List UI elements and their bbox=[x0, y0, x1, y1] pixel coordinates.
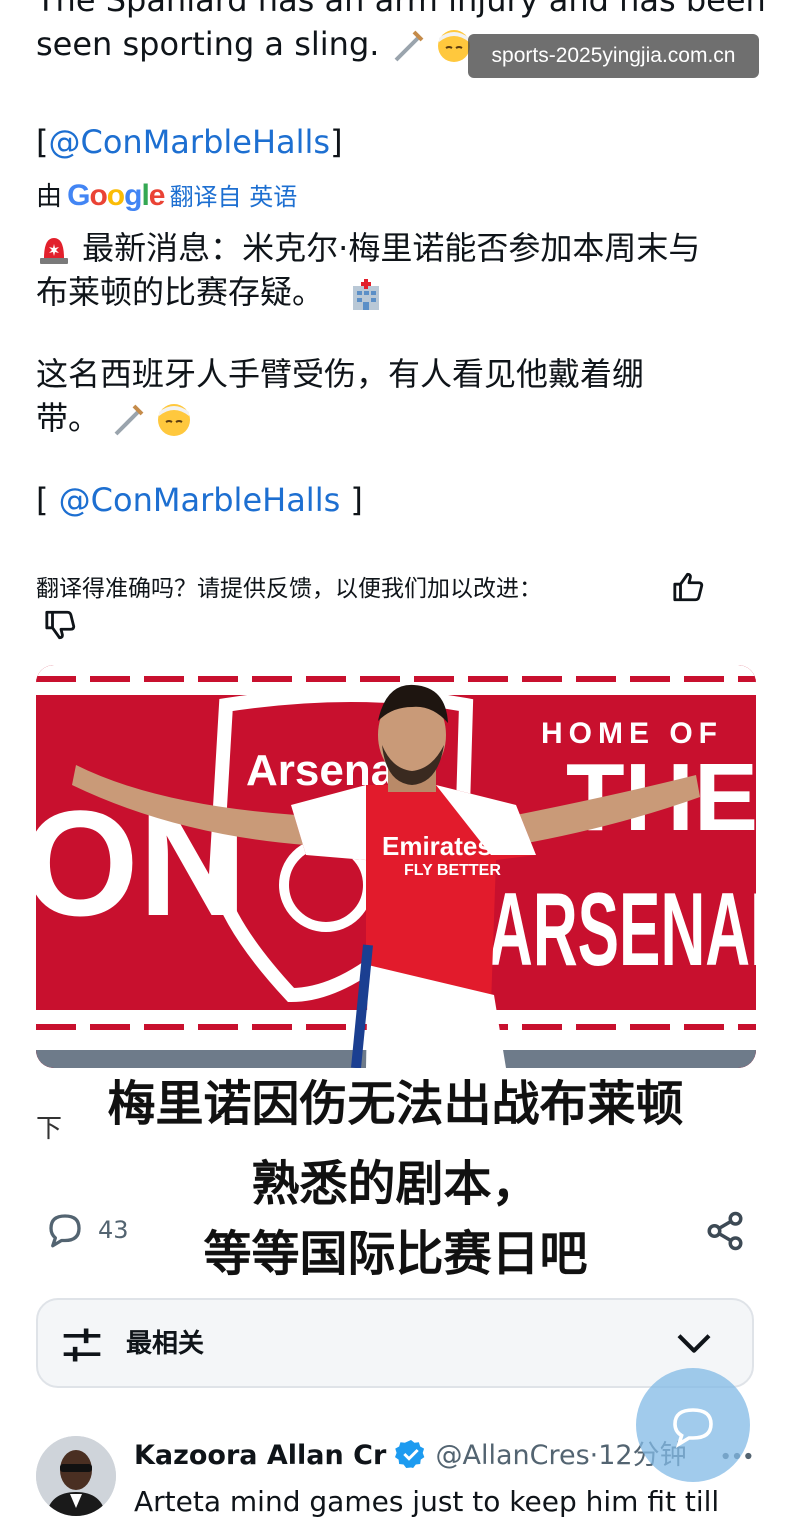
reply-text: Arteta mind games just to keep him fit t… bbox=[134, 1485, 720, 1518]
thumbs-up-icon[interactable] bbox=[672, 570, 706, 604]
compose-reply-button[interactable] bbox=[636, 1368, 750, 1482]
original-text-line-2-text: seen sporting a sling. bbox=[36, 25, 380, 63]
injury-line-2-text: 带。 bbox=[36, 399, 101, 437]
crutch-icon bbox=[114, 404, 144, 436]
shirt-slogan: FLY BETTER bbox=[404, 862, 501, 879]
injury-line-1: 这名西班牙人手臂受伤，有人看见他戴着绷 bbox=[36, 355, 645, 393]
watermark-badge: sports-2025yingjia.com.cn bbox=[468, 34, 759, 78]
thumbs-down-icon[interactable] bbox=[44, 608, 78, 642]
reply-author-name[interactable]: Kazoora Allan Cr bbox=[134, 1440, 386, 1471]
news-line-1: 最新消息：米克尔·梅里诺能否参加本周末与 bbox=[36, 228, 700, 268]
avatar[interactable] bbox=[36, 1436, 116, 1516]
tweet-photo[interactable]: Arsenal ON HOME OF THE ARSENAL Emirates … bbox=[36, 665, 756, 1068]
arsenal-banner-image: Arsenal ON HOME OF THE ARSENAL Emirates … bbox=[36, 665, 756, 1068]
avatar-image bbox=[36, 1436, 116, 1516]
caption-line-1: 梅里诺因伤无法出战布莱顿 bbox=[107, 1076, 684, 1132]
original-text-line-1: The Spaniard has an arm injury and has b… bbox=[36, 0, 766, 19]
banner-arsenal: ARSENAL bbox=[488, 872, 756, 988]
news-line-1-text: 最新消息：米克尔·梅里诺能否参加本周末与 bbox=[82, 229, 701, 267]
reply-dot: · bbox=[589, 1440, 599, 1471]
hospital-icon bbox=[353, 279, 380, 310]
translation-source-link[interactable]: 翻译自 英语 bbox=[170, 183, 298, 211]
sort-label: 最相关 bbox=[126, 1329, 205, 1359]
bandaged-face-icon bbox=[158, 404, 191, 436]
reply-bubble-icon bbox=[49, 1214, 81, 1248]
google-logo: Google bbox=[67, 179, 165, 212]
bandaged-face-icon bbox=[437, 30, 470, 62]
reply-header: Kazoora Allan Cr @AllanCres·12分钟 bbox=[134, 1436, 687, 1476]
siren-icon bbox=[40, 238, 68, 264]
reply-action[interactable]: 43 bbox=[44, 1208, 129, 1252]
reply-author-handle[interactable]: @AllanCres bbox=[435, 1440, 589, 1471]
caption-line-2: 熟悉的剧本， bbox=[251, 1156, 540, 1212]
translated-mention-link[interactable]: @ConMarbleHalls bbox=[59, 481, 341, 519]
translation-prefix: 由 bbox=[36, 182, 63, 212]
original-text-line-2: seen sporting a sling. bbox=[36, 24, 472, 64]
translated-mention[interactable]: [ @ConMarbleHalls ] bbox=[36, 480, 363, 520]
injury-line-2: 带。 bbox=[36, 398, 192, 438]
news-line-2-text: 布莱顿的比赛存疑。 bbox=[36, 273, 325, 311]
translation-attribution: 由 Google 翻译自 英语 bbox=[36, 176, 297, 216]
reply-count: 43 bbox=[98, 1216, 129, 1244]
original-mention[interactable]: [@ConMarbleHalls] bbox=[36, 122, 343, 162]
shirt-sponsor: Emirates bbox=[382, 831, 492, 861]
reply-bubble-icon bbox=[673, 1408, 713, 1448]
news-line-2: 布莱顿的比赛存疑。 bbox=[36, 272, 384, 312]
verified-badge-icon bbox=[394, 1440, 425, 1468]
original-mention-link[interactable]: @ConMarbleHalls bbox=[48, 123, 330, 161]
share-icon[interactable] bbox=[704, 1210, 746, 1252]
chevron-down-icon bbox=[677, 1334, 711, 1353]
crutch-icon bbox=[394, 30, 424, 62]
filter-sliders-icon bbox=[63, 1328, 101, 1362]
sort-replies-dropdown[interactable]: 最相关 bbox=[36, 1298, 754, 1388]
translation-feedback-question: 翻译得准确吗？请提供反馈，以便我们加以改进： bbox=[36, 576, 542, 602]
